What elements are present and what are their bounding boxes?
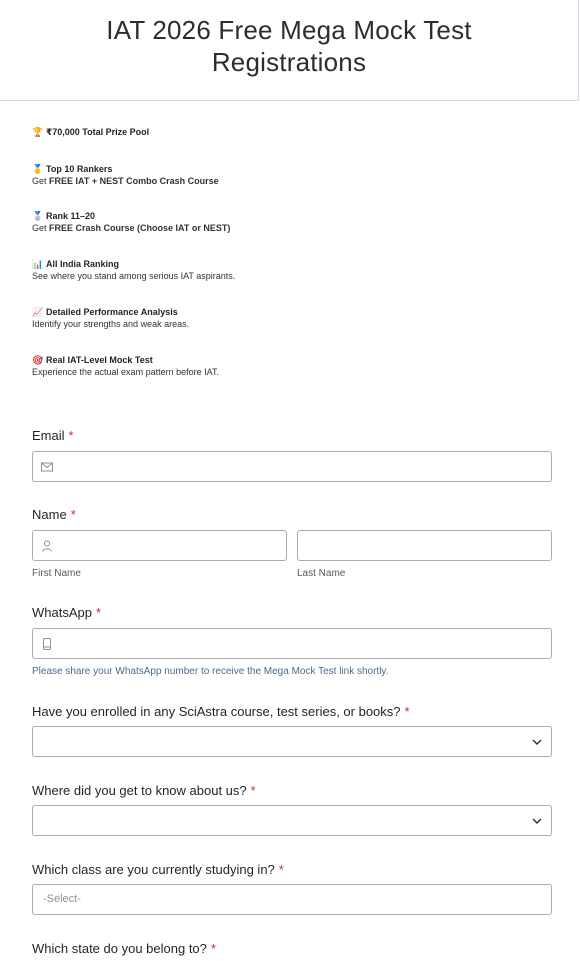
state-label: Which state do you belong to? *: [32, 941, 216, 956]
first-name-field[interactable]: [32, 530, 287, 561]
name-label-text: Name: [32, 507, 67, 522]
required-mark: *: [250, 783, 256, 798]
required-mark: *: [278, 862, 284, 877]
trophy-icon: 🏆: [32, 127, 44, 137]
person-icon: [42, 540, 52, 552]
feature-item-all-india-ranking: 📊 All India Ranking See where you stand a…: [32, 258, 235, 282]
required-mark: *: [68, 428, 74, 443]
chevron-down-icon: [532, 818, 542, 824]
last-name-field[interactable]: [297, 530, 552, 561]
feature-desc: Identify your strengths and weak areas.: [32, 319, 190, 329]
bar-chart-icon: 📊: [32, 259, 44, 269]
feature-item-prize-pool: 🏆 ₹70,000 Total Prize Pool: [32, 126, 149, 138]
feature-title: ₹70,000 Total Prize Pool: [46, 127, 150, 137]
feature-item-top-10: 🥇 Top 10 Rankers Get FREE IAT + NEST Comb…: [32, 163, 219, 187]
enrolled-label-text: Have you enrolled in any SciAstra course…: [32, 704, 401, 719]
email-label: Email *: [32, 428, 74, 443]
required-mark: *: [210, 941, 216, 956]
feature-item-real-mock: 🎯 Real IAT-Level Mock Test Experience the…: [32, 354, 219, 378]
feature-title: Detailed Performance Analysis: [46, 307, 178, 317]
page-title: IAT 2026 Free Mega Mock Test Registratio…: [106, 15, 472, 77]
chevron-down-icon: [532, 739, 542, 745]
source-label-text: Where did you get to know about us?: [32, 783, 247, 798]
class-select[interactable]: -Select-: [32, 884, 552, 915]
email-label-text: Email: [32, 428, 65, 443]
first-name-sublabel: First Name: [32, 568, 81, 579]
feature-desc: Get: [32, 223, 50, 233]
feature-desc-bold: FREE IAT + NEST Combo Crash Course: [49, 176, 219, 186]
state-label-text: Which state do you belong to?: [32, 941, 207, 956]
feature-title: Top 10 Rankers: [46, 164, 113, 174]
feature-desc-bold: FREE Crash Course (Choose IAT or NEST): [49, 223, 231, 233]
whatsapp-label-text: WhatsApp: [32, 605, 92, 620]
name-label: Name *: [32, 507, 76, 522]
phone-icon: [43, 638, 51, 650]
feature-desc: See where you stand among serious IAT as…: [32, 271, 236, 281]
email-field[interactable]: [32, 451, 552, 482]
target-icon: 🎯: [32, 355, 44, 365]
feature-item-rank-11-20: 🥈 Rank 11–20 Get FREE Crash Course (Choos…: [32, 210, 230, 234]
feature-desc: Experience the actual exam pattern befor…: [32, 367, 219, 377]
class-label-text: Which class are you currently studying i…: [32, 862, 275, 877]
whatsapp-field[interactable]: [32, 628, 552, 659]
trend-chart-icon: 📈: [32, 307, 44, 317]
silver-medal-icon: 🥈: [32, 211, 44, 221]
whatsapp-help-text: Please share your WhatsApp number to rec…: [32, 666, 389, 677]
feature-desc: Get: [32, 176, 50, 186]
feature-title: All India Ranking: [46, 259, 120, 269]
feature-title: Real IAT-Level Mock Test: [46, 355, 153, 365]
required-mark: *: [70, 507, 76, 522]
source-select[interactable]: [32, 805, 552, 836]
class-select-placeholder: -Select-: [43, 893, 81, 905]
class-label: Which class are you currently studying i…: [32, 862, 284, 877]
gold-medal-icon: 🥇: [32, 164, 44, 174]
enrolled-label: Have you enrolled in any SciAstra course…: [32, 704, 410, 719]
source-label: Where did you get to know about us? *: [32, 783, 256, 798]
last-name-sublabel: Last Name: [297, 568, 346, 579]
feature-item-performance-analysis: 📈 Detailed Performance Analysis Identify …: [32, 306, 189, 330]
whatsapp-label: WhatsApp *: [32, 605, 101, 620]
form-header: IAT 2026 Free Mega Mock Test Registratio…: [0, 0, 579, 101]
mail-icon: [41, 462, 53, 472]
required-mark: *: [95, 605, 102, 620]
enrolled-select[interactable]: [32, 726, 552, 757]
required-mark: *: [404, 704, 410, 719]
feature-title: Rank 11–20: [46, 211, 96, 221]
